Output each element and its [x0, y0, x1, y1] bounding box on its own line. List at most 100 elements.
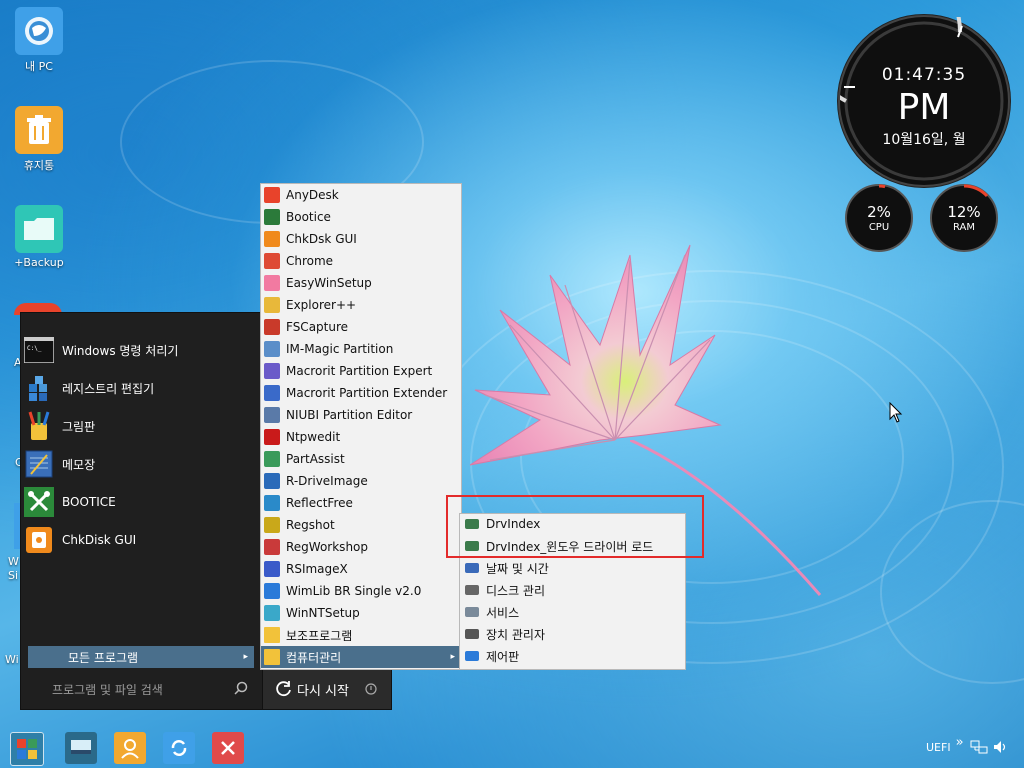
explorer-icon — [264, 297, 280, 313]
chrome-icon — [264, 253, 280, 269]
program-item-label: ChkDsk GUI — [286, 232, 357, 246]
pinned-item-paint[interactable]: 그림판 — [24, 411, 95, 441]
pinned-item-cmd[interactable]: C:\_ Windows 명령 처리기 — [24, 335, 178, 365]
ram-label: RAM — [952, 222, 975, 233]
winntsetup-icon — [264, 605, 280, 621]
computer-management-item-label: 디스크 관리 — [486, 583, 546, 598]
program-item[interactable]: AnyDesk — [261, 184, 461, 206]
program-item-label: Chrome — [286, 254, 334, 268]
wimlib-icon — [264, 583, 280, 599]
ntpwedit-icon — [264, 429, 280, 445]
program-item[interactable]: Explorer++ — [261, 294, 461, 316]
program-item[interactable]: FSCapture — [261, 316, 461, 338]
program-item-label: Regshot — [286, 518, 335, 532]
pinned-item-label: 메모장 — [62, 457, 96, 472]
desktop-icon-partial-label: Si — [8, 569, 19, 582]
show-desktop-button[interactable] — [65, 732, 97, 764]
control-panel-icon — [464, 648, 480, 664]
fscapture-icon — [264, 319, 280, 335]
restart-button[interactable]: 다시 시작 — [262, 668, 392, 710]
macrorit-extender-icon — [264, 385, 280, 401]
program-item-label: RegWorkshop — [286, 540, 369, 554]
computer-management-item[interactable]: 서비스 — [460, 601, 685, 623]
computer-management-item[interactable]: 디스크 관리 — [460, 579, 685, 601]
program-item-label: Bootice — [286, 210, 331, 224]
reflect-icon — [264, 495, 280, 511]
ram-value: 12% — [947, 203, 981, 221]
niubi-icon — [264, 407, 280, 423]
partition-icon — [264, 341, 280, 357]
program-item[interactable]: WinNTSetup — [261, 602, 461, 624]
pinned-item-bootice[interactable]: BOOTICE — [24, 487, 116, 517]
desktop-icon-recycle-bin[interactable]: 휴지통 — [7, 106, 71, 173]
anydesk-icon — [264, 187, 280, 203]
power-options-icon[interactable] — [365, 683, 377, 695]
program-item[interactable]: IM-Magic Partition — [261, 338, 461, 360]
all-programs-button[interactable]: 모든 프로그램 ▸ — [28, 646, 254, 668]
program-item[interactable]: 컴퓨터관리 ▸ — [261, 646, 461, 668]
chkdsk-icon — [264, 231, 280, 247]
pinned-item-chkdisk[interactable]: ChkDisk GUI — [24, 525, 136, 555]
pinned-item-label: 그림판 — [62, 419, 96, 434]
computer-management-item[interactable]: 날짜 및 시간 — [460, 557, 685, 579]
program-item[interactable]: ChkDsk GUI — [261, 228, 461, 250]
start-button[interactable] — [10, 732, 44, 766]
program-item[interactable]: NIUBI Partition Editor — [261, 404, 461, 426]
desktop-icon-label: +Backup — [14, 256, 64, 269]
pinned-item-regedit[interactable]: 레지스트리 편집기 — [24, 373, 154, 403]
calendar-icon — [464, 560, 480, 576]
pinned-item-label: BOOTICE — [62, 495, 116, 509]
folder-icon — [264, 627, 280, 643]
cpu-value: 2% — [867, 203, 891, 221]
desktop-icon-backup[interactable]: +Backup — [7, 205, 71, 269]
program-item-label: Macrorit Partition Extender — [286, 386, 448, 400]
program-item[interactable]: Chrome — [261, 250, 461, 272]
close-button[interactable] — [212, 732, 244, 764]
program-item-label: 보조프로그램 — [286, 628, 353, 643]
restart-label: 다시 시작 — [297, 683, 349, 699]
pinned-item-notepad[interactable]: 메모장 — [24, 449, 95, 479]
program-item[interactable]: RSImageX — [261, 558, 461, 580]
device-manager-icon — [464, 626, 480, 642]
user-button[interactable] — [114, 732, 146, 764]
ram-meter: 12% RAM — [930, 184, 998, 252]
program-item[interactable]: R-DriveImage — [261, 470, 461, 492]
program-item[interactable]: RegWorkshop — [261, 536, 461, 558]
computer-management-item-label: 제어판 — [486, 649, 520, 664]
user-icon — [121, 739, 139, 759]
program-item-label: NIUBI Partition Editor — [286, 408, 413, 422]
partassist-icon — [264, 451, 280, 467]
highlight-annotation-box — [446, 495, 704, 558]
program-item-label: EasyWinSetup — [286, 276, 372, 290]
program-item[interactable]: Bootice — [261, 206, 461, 228]
program-item[interactable]: Macrorit Partition Expert — [261, 360, 461, 382]
computer-management-item-label: 날짜 및 시간 — [486, 561, 549, 576]
tray-chevron-icon[interactable]: » — [956, 735, 964, 750]
computer-management-item[interactable]: 제어판 — [460, 645, 685, 667]
system-tray: UEFI » — [926, 735, 1008, 755]
program-item[interactable]: PartAssist — [261, 448, 461, 470]
refresh-button[interactable] — [163, 732, 195, 764]
macrorit-icon — [264, 363, 280, 379]
program-item[interactable]: Macrorit Partition Extender — [261, 382, 461, 404]
search-input[interactable]: 프로그램 및 파일 검색 — [28, 676, 254, 702]
program-item[interactable]: 보조프로그램 — [261, 624, 461, 646]
program-item[interactable]: EasyWinSetup — [261, 272, 461, 294]
services-icon — [464, 604, 480, 620]
desktop-icon-my-pc[interactable]: 내 PC — [7, 7, 71, 74]
windows-logo-icon — [17, 739, 37, 759]
program-item-label: RSImageX — [286, 562, 348, 576]
program-item-label: Ntpwedit — [286, 430, 341, 444]
program-item[interactable]: Regshot — [261, 514, 461, 536]
computer-management-item-label: 장치 관리자 — [486, 627, 546, 642]
desktop-icon-partial-label: W — [8, 555, 19, 568]
desktop-icon-label: 내 PC — [25, 60, 53, 73]
program-item-label: ReflectFree — [286, 496, 353, 510]
volume-icon[interactable] — [992, 739, 1008, 755]
program-item[interactable]: Ntpwedit — [261, 426, 461, 448]
network-icon[interactable] — [970, 739, 988, 755]
program-item[interactable]: ReflectFree — [261, 492, 461, 514]
computer-management-item[interactable]: 장치 관리자 — [460, 623, 685, 645]
program-item[interactable]: WimLib BR Single v2.0 — [261, 580, 461, 602]
chevron-right-icon: ▸ — [450, 652, 455, 662]
